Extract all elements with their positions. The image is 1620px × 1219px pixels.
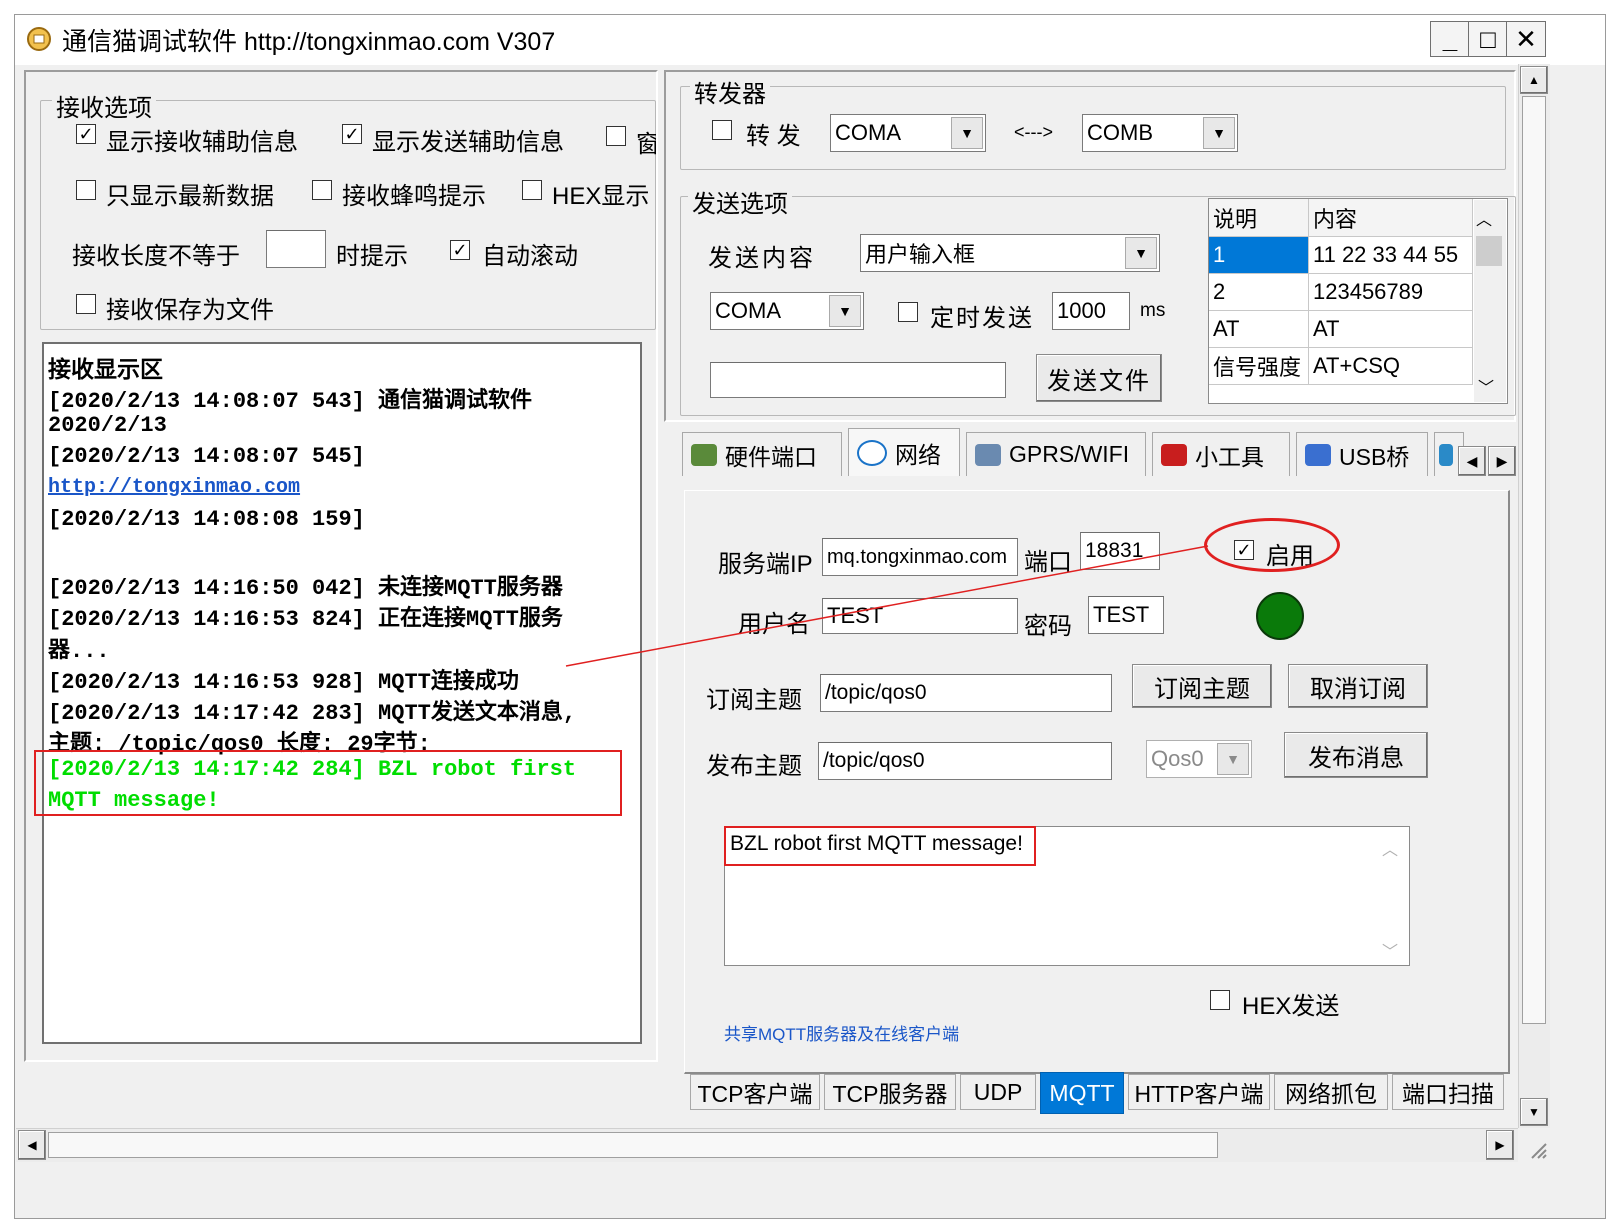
annotation-arrow-line bbox=[565, 545, 1209, 667]
